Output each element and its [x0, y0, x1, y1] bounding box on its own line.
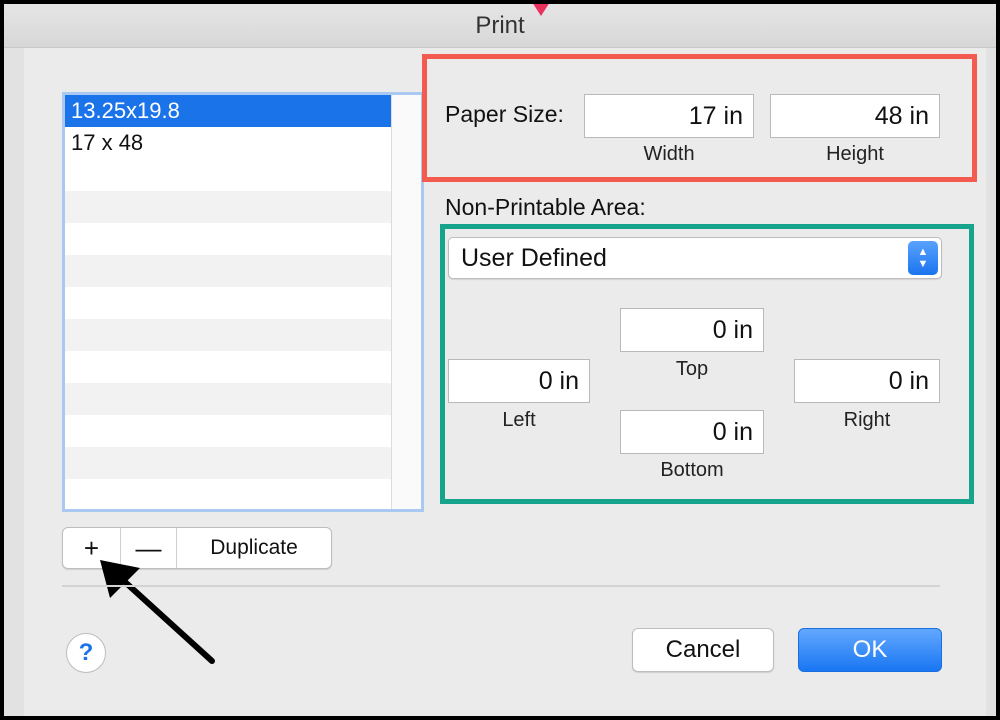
annotation-arrow-icon [100, 560, 215, 664]
cancel-button[interactable]: Cancel [632, 628, 774, 672]
help-icon[interactable]: ? [66, 633, 106, 673]
bottom-margin-field[interactable]: 0 in [620, 410, 764, 454]
height-caption: Height [826, 143, 884, 165]
width-caption: Width [643, 143, 695, 165]
paper-size-list[interactable]: 13.25x19.8 17 x 48 [62, 92, 424, 512]
list-stripe [65, 383, 391, 415]
up-down-chevron-icon: ▲ ▼ [908, 241, 938, 275]
preset-select-value: User Defined [461, 244, 607, 272]
title-marker-icon [532, 4, 550, 16]
left-caption: Left [502, 409, 536, 431]
non-printable-preset-select[interactable]: User Defined ▲ ▼ [448, 237, 942, 279]
bottom-caption: Bottom [660, 459, 724, 481]
window-title: Print [475, 12, 525, 39]
paper-size-label: Paper Size: [445, 101, 564, 127]
right-caption: Right [843, 409, 891, 431]
print-window: Print 13.25x19.8 17 x 48 + — Duplicate ?… [4, 4, 996, 716]
top-margin-field[interactable]: 0 in [620, 308, 764, 352]
list-stripe [65, 447, 391, 479]
window-backdrop [986, 48, 996, 716]
paper-width-field[interactable]: 17 in [584, 94, 754, 138]
footer-divider [62, 585, 940, 587]
custom-paper-sizes-sheet: 13.25x19.8 17 x 48 + — Duplicate ? Cance… [24, 48, 986, 716]
list-stripe [65, 255, 391, 287]
list-stripe [65, 191, 391, 223]
list-item[interactable]: 17 x 48 [65, 127, 391, 159]
ok-button[interactable]: OK [798, 628, 942, 672]
list-scrollbar[interactable] [391, 95, 421, 509]
top-caption: Top [675, 358, 709, 380]
list-stripe [65, 319, 391, 351]
non-printable-area-label: Non-Printable Area: [445, 194, 646, 220]
title-bar: Print [4, 4, 996, 48]
right-margin-field[interactable]: 0 in [794, 359, 940, 403]
left-margin-field[interactable]: 0 in [448, 359, 590, 403]
list-item[interactable]: 13.25x19.8 [65, 95, 391, 127]
window-backdrop [4, 48, 24, 716]
paper-height-field[interactable]: 48 in [770, 94, 940, 138]
